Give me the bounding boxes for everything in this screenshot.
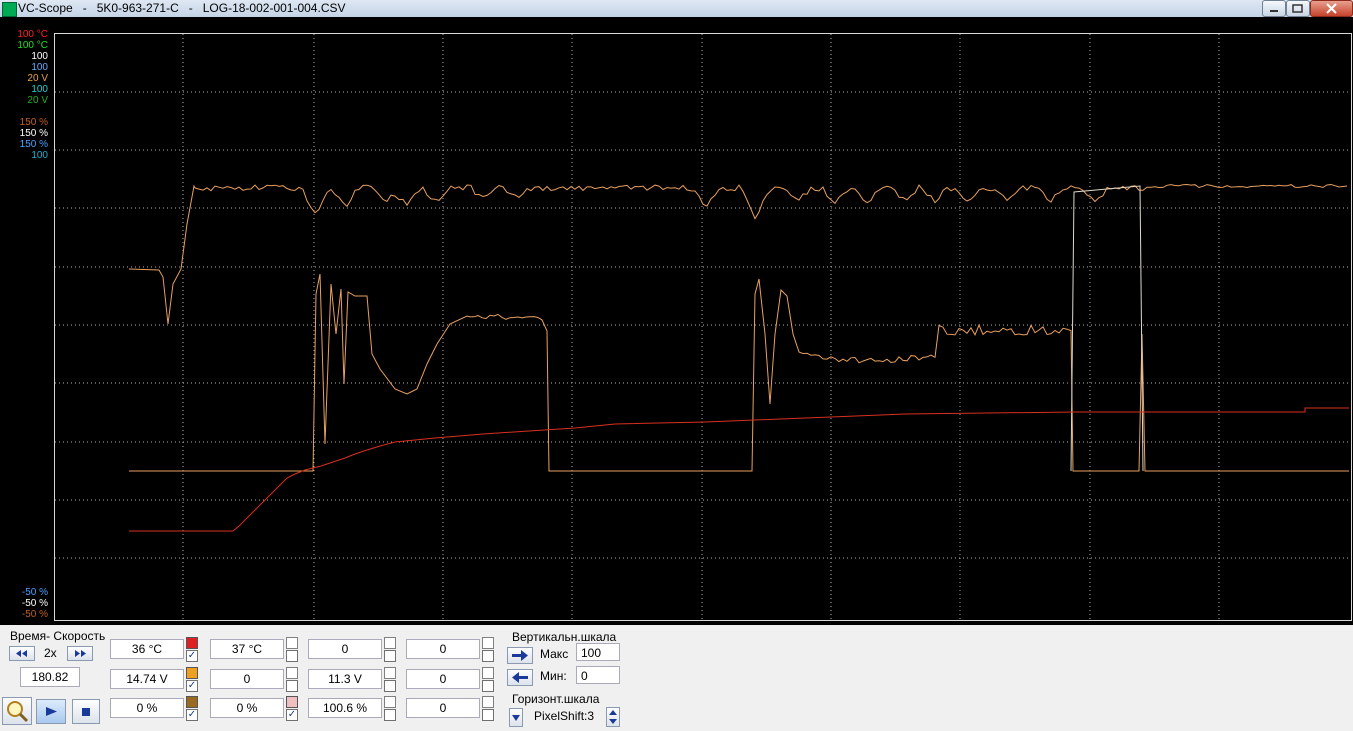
minimize-button[interactable] — [1262, 0, 1286, 17]
restore-button[interactable] — [1286, 0, 1310, 17]
channel-color-swatch[interactable] — [186, 637, 198, 649]
channel-color-swatch[interactable] — [384, 667, 396, 679]
plot-area[interactable] — [54, 33, 1352, 621]
trace-red — [129, 407, 1349, 532]
rewind-icon — [16, 650, 27, 657]
channel-checkbox[interactable] — [482, 650, 494, 662]
axis-label: 100 — [31, 150, 48, 161]
channel-color-swatch[interactable] — [186, 667, 198, 679]
arrow-down-icon — [512, 715, 520, 721]
channel-checkbox[interactable]: ✓ — [286, 709, 298, 721]
horizontal-scale-label: Горизонт.шкала — [512, 692, 600, 706]
close-button[interactable] — [1310, 0, 1353, 17]
arrow-right-icon — [512, 650, 528, 661]
max-label: Макс — [540, 647, 569, 661]
updown-icon — [609, 710, 617, 724]
axis-label: 20 V — [27, 95, 48, 106]
channel-value-field[interactable]: 0 — [406, 669, 480, 689]
channel-value-field[interactable]: 11.3 V — [308, 669, 382, 689]
channel-color-swatch[interactable] — [286, 696, 298, 708]
restore-icon — [1292, 4, 1303, 13]
channel-color-swatch[interactable] — [286, 667, 298, 679]
speed-down-button[interactable] — [9, 646, 35, 661]
channel-color-swatch[interactable] — [186, 696, 198, 708]
max-field[interactable]: 100 — [576, 643, 620, 661]
pixelshift-down-button[interactable] — [509, 708, 523, 727]
speed-value: 2x — [44, 646, 57, 660]
axis-label: 100 — [31, 51, 48, 62]
axis-label: 150 % — [19, 117, 48, 128]
zoom-button[interactable] — [2, 697, 32, 725]
axis-label: 150 % — [19, 128, 48, 139]
channel-checkbox[interactable] — [482, 709, 494, 721]
time-field[interactable]: 180.82 — [20, 667, 80, 687]
channel-color-swatch[interactable] — [384, 696, 396, 708]
time-speed-label: Время- Скорость — [10, 629, 106, 643]
scope-plot — [55, 34, 1351, 620]
channel-value-field[interactable]: 0 — [308, 639, 382, 659]
channel-checkbox[interactable]: ✓ — [186, 650, 198, 662]
channel-checkbox[interactable] — [384, 680, 396, 692]
channel-value-field[interactable]: 0 % — [110, 698, 184, 718]
channel-checkbox[interactable] — [384, 650, 396, 662]
scope-display: 100 °C 100 °C 100 100 20 V 100 20 V 150 % 150 %… — [0, 17, 1353, 625]
control-panel: Время- Скорость 2x 180.82 36 °C ✓ 37 °C 0 0 1… — [0, 625, 1353, 731]
channel-checkbox[interactable]: ✓ — [186, 680, 198, 692]
axis-label: 100 — [31, 84, 48, 95]
axis-label: -50 % — [21, 598, 48, 609]
fast-forward-icon — [75, 650, 86, 657]
trace-orange-middle — [129, 273, 1349, 472]
channel-value-field[interactable]: 0 — [406, 639, 480, 659]
stop-button[interactable] — [72, 699, 100, 724]
axis-label: 100 °C — [17, 29, 48, 40]
magnifier-icon — [7, 701, 29, 723]
play-icon — [46, 707, 57, 716]
channel-value-field[interactable]: 37 °C — [210, 639, 284, 659]
channel-value-field[interactable]: 36 °C — [110, 639, 184, 659]
pixelshift-value: PixelShift:3 — [534, 709, 595, 723]
channel-checkbox[interactable] — [286, 680, 298, 692]
channel-checkbox[interactable]: ✓ — [186, 709, 198, 721]
play-button[interactable] — [36, 699, 66, 724]
pixelshift-updown-button[interactable] — [606, 707, 620, 727]
channel-value-field[interactable]: 100.6 % — [308, 698, 382, 718]
channel-checkbox[interactable] — [384, 709, 396, 721]
title-bar: VC-Scope - 5K0-963-271-C - LOG-18-002-00… — [0, 0, 1353, 18]
axis-label: 100 °C — [17, 40, 48, 51]
axis-label: -50 % — [21, 609, 48, 620]
app-icon — [2, 2, 17, 17]
channel-color-swatch[interactable] — [482, 696, 494, 708]
channel-checkbox[interactable] — [482, 680, 494, 692]
scale-next-button[interactable] — [507, 647, 533, 664]
stop-icon — [82, 708, 90, 716]
scale-prev-button[interactable] — [507, 669, 533, 686]
minimize-icon — [1270, 10, 1278, 12]
speed-up-button[interactable] — [67, 646, 93, 661]
axis-label: 20 V — [27, 73, 48, 84]
channel-color-swatch[interactable] — [482, 637, 494, 649]
channel-value-field[interactable]: 0 % — [210, 698, 284, 718]
axis-label: 150 % — [19, 139, 48, 150]
trace-white — [1070, 185, 1144, 472]
channel-color-swatch[interactable] — [286, 637, 298, 649]
window-title: VC-Scope - 5K0-963-271-C - LOG-18-002-00… — [18, 1, 346, 15]
channel-value-field[interactable]: 0 — [210, 669, 284, 689]
axis-label: -50 % — [21, 587, 48, 598]
close-icon — [1326, 3, 1337, 14]
channel-color-swatch[interactable] — [384, 637, 396, 649]
min-field[interactable]: 0 — [576, 666, 620, 684]
channel-color-swatch[interactable] — [482, 667, 494, 679]
channel-checkbox[interactable] — [286, 650, 298, 662]
trace-orange-upper — [128, 183, 1348, 325]
vertical-scale-label: Вертикальн.шкала — [512, 630, 617, 644]
axis-label: 100 — [31, 62, 48, 73]
channel-value-field[interactable]: 14.74 V — [110, 669, 184, 689]
arrow-left-icon — [512, 672, 528, 683]
min-label: Мин: — [540, 669, 567, 683]
channel-value-field[interactable]: 0 — [406, 698, 480, 718]
